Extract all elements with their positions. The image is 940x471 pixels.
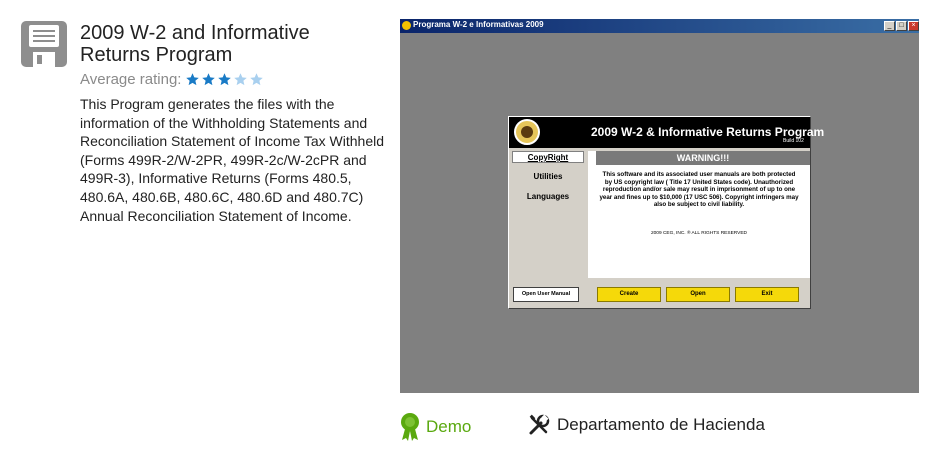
tools-icon bbox=[529, 414, 550, 435]
star-empty-icon bbox=[234, 73, 248, 86]
window-title: Programa W-2 e Informativas 2009 bbox=[413, 20, 544, 29]
open-user-manual-button: Open User Manual bbox=[513, 287, 579, 302]
rating-stars bbox=[185, 72, 264, 87]
screenshot-preview[interactable]: Programa W-2 e Informativas 2009 _ □ × 2… bbox=[400, 19, 919, 393]
dialog-header: 2009 W-2 & Informative Returns Program B… bbox=[509, 117, 824, 148]
maximize-icon: □ bbox=[896, 21, 907, 31]
minimize-icon: _ bbox=[884, 21, 895, 31]
warning-text: This software and its associated user ma… bbox=[599, 171, 799, 209]
seal-icon bbox=[514, 119, 540, 145]
menu-item-utilities: Utilities bbox=[533, 172, 563, 181]
build-label: Build 102 bbox=[783, 138, 804, 144]
menu-item-copyright: CopyRight bbox=[512, 151, 584, 163]
copyright-footer: 2009 CEG, INC. ® ALL RIGHTS RESERVED bbox=[650, 230, 748, 236]
star-filled-icon bbox=[218, 73, 232, 86]
rating-label: Average rating: bbox=[80, 71, 182, 88]
star-empty-icon bbox=[250, 73, 264, 86]
exit-button: Exit bbox=[735, 287, 799, 302]
developer-name[interactable]: Departamento de Hacienda bbox=[557, 415, 765, 435]
close-icon: × bbox=[908, 21, 919, 31]
warning-title: WARNING!!! bbox=[596, 151, 810, 165]
app-title: 2009 W-2 and Informative Returns Program bbox=[80, 22, 310, 66]
window-titlebar: Programa W-2 e Informativas 2009 _ □ × bbox=[400, 19, 919, 33]
create-button: Create bbox=[597, 287, 661, 302]
star-filled-icon bbox=[186, 73, 200, 86]
license-badge[interactable]: Demo bbox=[400, 413, 471, 441]
ribbon-badge-icon bbox=[401, 413, 419, 441]
license-label[interactable]: Demo bbox=[426, 417, 471, 437]
floppy-disk-icon bbox=[21, 21, 67, 67]
app-description: This Program generates the files with th… bbox=[80, 96, 385, 224]
software-page: 2009 W-2 and Informative Returns Program… bbox=[0, 0, 940, 471]
developer-row[interactable]: Departamento de Hacienda bbox=[528, 414, 765, 436]
star-filled-icon bbox=[202, 73, 216, 86]
open-button: Open bbox=[666, 287, 730, 302]
window-app-icon bbox=[402, 21, 411, 30]
side-menu: CopyRight Utilities Languages bbox=[512, 151, 586, 211]
dialog-title: 2009 W-2 & Informative Returns Program bbox=[591, 125, 825, 139]
rating-row: Average rating: bbox=[80, 71, 264, 88]
program-dialog: 2009 W-2 & Informative Returns Program B… bbox=[508, 116, 824, 309]
menu-item-languages: Languages bbox=[526, 192, 570, 201]
warning-panel: WARNING!!! This software and its associa… bbox=[588, 151, 810, 278]
